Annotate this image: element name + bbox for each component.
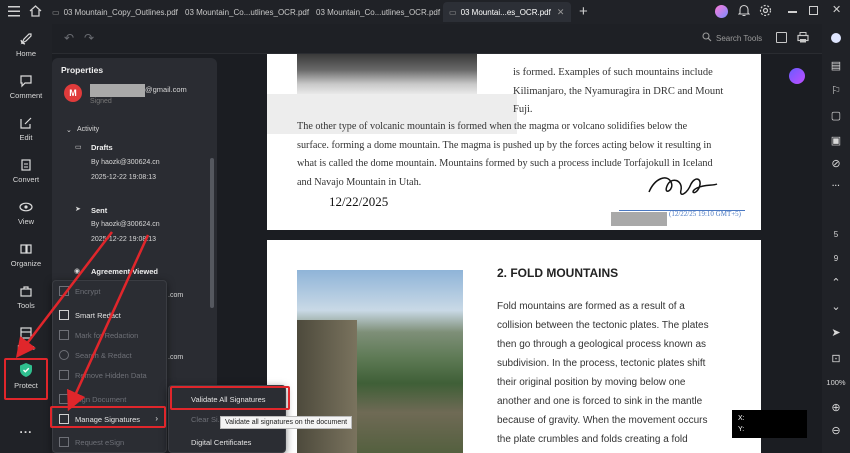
- annotation-arrows: [15, 231, 150, 412]
